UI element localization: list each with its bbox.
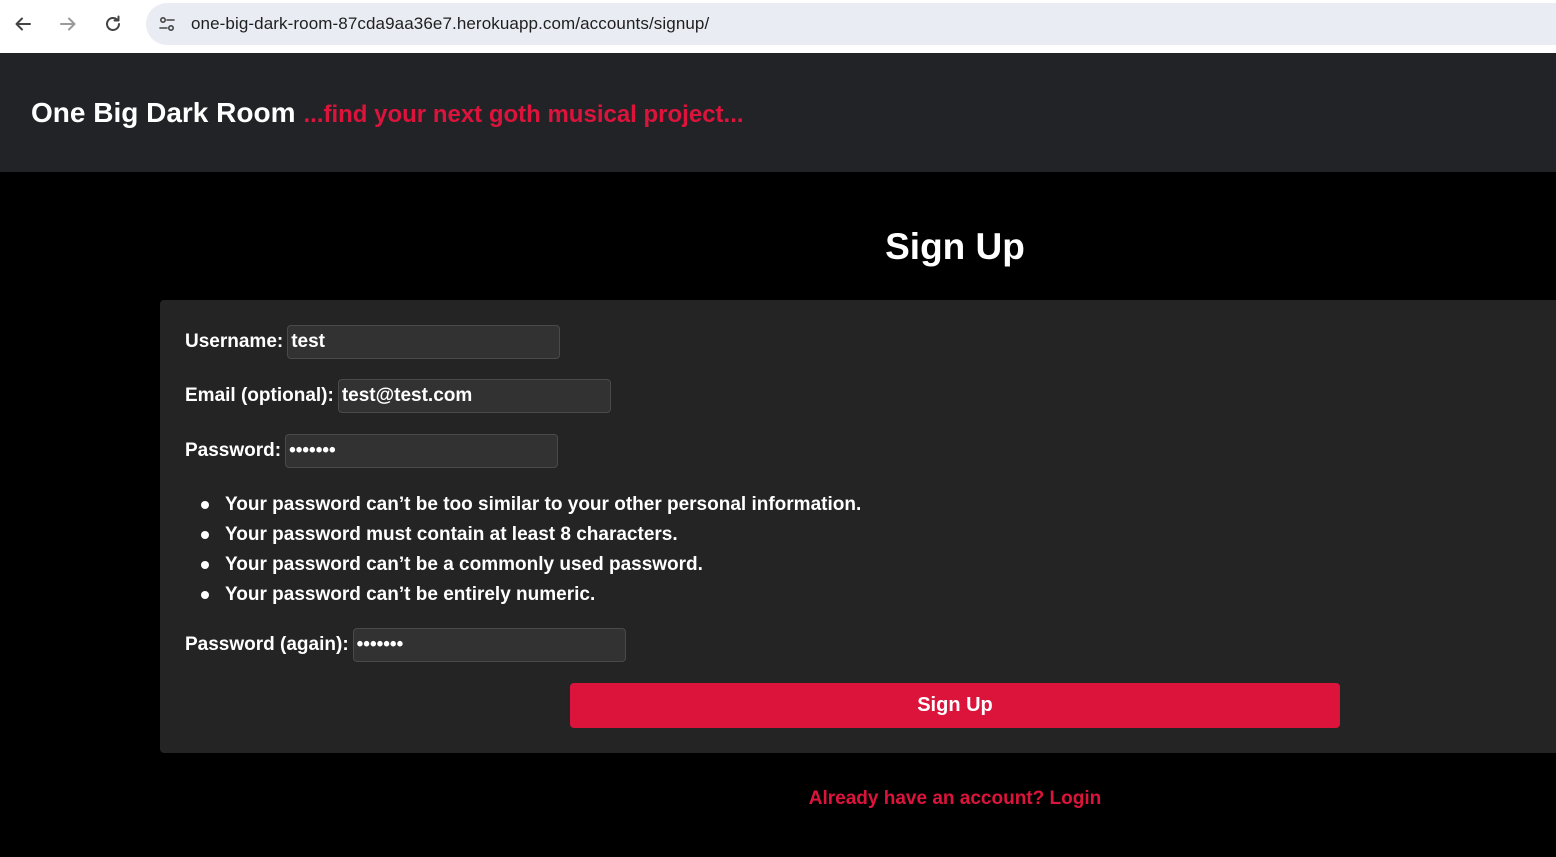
password-help-item: Your password can’t be a commonly used p… (200, 550, 861, 580)
back-button[interactable] (10, 11, 36, 37)
forward-button[interactable] (55, 11, 81, 37)
site-info-button[interactable] (156, 13, 178, 35)
reload-icon (106, 15, 120, 31)
username-input[interactable] (287, 325, 561, 359)
email-input[interactable] (337, 379, 611, 413)
password-again-row: Password (again): (185, 628, 626, 662)
password-row: Password: (185, 434, 559, 468)
password-again-label: Password (again): (185, 634, 349, 655)
brand-tagline: ...find your next goth musical project..… (303, 101, 744, 128)
site-header: One Big Dark Room ...find your next goth… (0, 53, 1556, 172)
reload-button[interactable] (100, 11, 126, 37)
password-help-item: Your password must contain at least 8 ch… (200, 520, 861, 550)
password-label: Password: (185, 440, 282, 461)
browser-toolbar: one-big-dark-room-87cda9aa36e7.herokuapp… (0, 0, 1556, 53)
url-text[interactable]: one-big-dark-room-87cda9aa36e7.herokuapp… (191, 14, 709, 34)
username-row: Username: (185, 325, 561, 359)
password-help-list: Your password can’t be too similar to yo… (200, 490, 861, 610)
address-bar[interactable]: one-big-dark-room-87cda9aa36e7.herokuapp… (146, 3, 1556, 45)
sign-up-button[interactable]: Sign Up (570, 683, 1340, 728)
password-again-input[interactable] (352, 628, 626, 662)
arrow-right-icon (60, 17, 76, 31)
email-row: Email (optional): (185, 379, 611, 413)
signup-form: Username: Email (optional): Password: Yo… (160, 300, 1556, 753)
tune-icon (159, 16, 175, 32)
page-title: Sign Up (885, 226, 1025, 267)
arrow-left-icon (15, 17, 31, 31)
brand-name[interactable]: One Big Dark Room (31, 97, 295, 129)
username-label: Username: (185, 331, 284, 352)
password-help-item: Your password can’t be entirely numeric. (200, 580, 861, 610)
brand[interactable]: One Big Dark Room ...find your next goth… (31, 97, 744, 129)
password-help-item: Your password can’t be too similar to yo… (200, 490, 861, 520)
login-link[interactable]: Already have an account? Login (0, 788, 1556, 810)
email-label: Email (optional): (185, 385, 334, 406)
password-input[interactable] (285, 434, 559, 468)
